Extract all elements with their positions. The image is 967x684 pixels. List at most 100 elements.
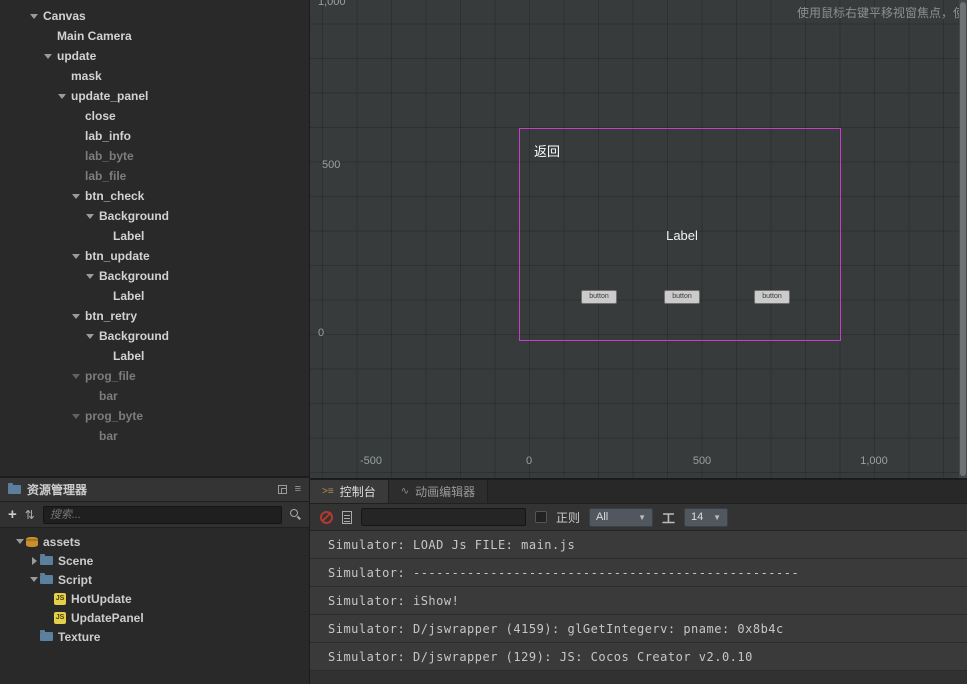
disclosure-triangle-icon[interactable]: [84, 326, 96, 346]
add-asset-button[interactable]: +: [8, 507, 17, 522]
chevron-down-icon: ▼: [638, 512, 647, 522]
search-icon[interactable]: [290, 509, 301, 520]
scrollbar-thumb[interactable]: [960, 2, 966, 476]
terminal-icon: >≡: [322, 486, 334, 497]
node-label: lab_byte: [85, 149, 134, 163]
scene-vertical-scrollbar[interactable]: [959, 0, 967, 478]
hierarchy-node-prog_file[interactable]: prog_file: [0, 366, 309, 386]
disclosure-triangle-icon[interactable]: [28, 570, 40, 590]
tab-animation-editor[interactable]: ∿ 动画编辑器: [388, 480, 489, 503]
node-label: Background: [99, 329, 170, 343]
hierarchy-node-label[interactable]: Label: [0, 226, 309, 246]
log-row[interactable]: Simulator: -----------------------------…: [310, 559, 967, 587]
right-column: 使用鼠标右键平移视窗焦点，使用 1,000 500 0 -500 0 500 1,000 返…: [310, 0, 967, 684]
asset-item-hotupdate[interactable]: JS HotUpdate: [0, 589, 309, 608]
hierarchy-node-label[interactable]: Label: [0, 346, 309, 366]
disclosure-triangle-icon[interactable]: [28, 551, 40, 571]
disclosure-triangle-icon[interactable]: [42, 46, 54, 66]
hierarchy-node-btn_check[interactable]: btn_check: [0, 186, 309, 206]
js-icon: JS: [54, 611, 66, 624]
canvas-design-rect[interactable]: 返回 Label button button button: [519, 128, 841, 341]
console-panel: >≡ 控制台 ∿ 动画编辑器 正则 All ▼ 工 14 ▼ Simulator…: [310, 480, 967, 684]
disclosure-triangle-icon[interactable]: [70, 366, 82, 386]
node-label: bar: [99, 389, 118, 403]
regex-checkbox[interactable]: [535, 511, 547, 523]
console-toolbar: 正则 All ▼ 工 14 ▼: [310, 504, 967, 531]
hierarchy-node-prog_byte[interactable]: prog_byte: [0, 406, 309, 426]
sort-icon[interactable]: ⇅: [25, 509, 35, 521]
node-label: lab_info: [85, 129, 132, 143]
app-window: Canvas Main Camera update mask update_panelc…: [0, 0, 967, 684]
log-row[interactable]: Simulator: D/jswrapper (4159): glGetInte…: [310, 615, 967, 643]
asset-label: Texture: [58, 629, 101, 644]
hierarchy-node-lab_byte[interactable]: lab_byte: [0, 146, 309, 166]
scene-button-1[interactable]: button: [581, 290, 617, 304]
log-level-dropdown[interactable]: All ▼: [589, 507, 654, 527]
scene-button-2[interactable]: button: [664, 290, 700, 304]
dock-icon[interactable]: [277, 485, 287, 494]
node-label: Main Camera: [57, 29, 132, 43]
hierarchy-node-background[interactable]: Background: [0, 326, 309, 346]
log-file-icon[interactable]: [342, 510, 352, 524]
disclosure-triangle-icon[interactable]: [70, 406, 82, 426]
log-row[interactable]: Simulator: LOAD Js FILE: main.js: [310, 531, 967, 559]
asset-item-scene[interactable]: Scene: [0, 551, 309, 570]
log-row[interactable]: Simulator: iShow!: [310, 587, 967, 615]
animation-curve-icon: ∿: [400, 486, 410, 497]
regex-label: 正则: [556, 510, 581, 525]
folder-icon: [40, 630, 53, 641]
hierarchy-node-main-camera[interactable]: Main Camera: [0, 26, 309, 46]
hierarchy-node-canvas[interactable]: Canvas: [0, 6, 309, 26]
asset-item-updatepanel[interactable]: JS UpdatePanel: [0, 608, 309, 627]
hierarchy-tree: Canvas Main Camera update mask update_panelc…: [0, 6, 309, 446]
hierarchy-node-update_panel[interactable]: update_panel: [0, 86, 309, 106]
node-label: prog_byte: [85, 409, 144, 423]
disclosure-triangle-icon[interactable]: [70, 186, 82, 206]
node-label: close: [85, 109, 116, 123]
hierarchy-node-background[interactable]: Background: [0, 206, 309, 226]
hierarchy-node-close[interactable]: close: [0, 106, 309, 126]
hierarchy-node-lab_info[interactable]: lab_info: [0, 126, 309, 146]
hierarchy-node-update[interactable]: update: [0, 46, 309, 66]
asset-item-assets[interactable]: assets: [0, 532, 309, 551]
hierarchy-node-label[interactable]: Label: [0, 286, 309, 306]
disclosure-triangle-icon[interactable]: [56, 86, 68, 106]
hierarchy-node-mask[interactable]: mask: [0, 66, 309, 86]
scene-view[interactable]: 使用鼠标右键平移视窗焦点，使用 1,000 500 0 -500 0 500 1,000 返…: [310, 0, 967, 480]
hierarchy-node-btn_update[interactable]: btn_update: [0, 246, 309, 266]
assets-toolbar: + ⇅: [0, 502, 309, 528]
node-label: Label: [113, 349, 145, 363]
disclosure-triangle-icon[interactable]: [70, 246, 82, 266]
tab-console[interactable]: >≡ 控制台: [310, 480, 389, 503]
asset-label: UpdatePanel: [71, 610, 144, 625]
v-ruler-label: 1,000: [318, 0, 346, 8]
hierarchy-node-lab_file[interactable]: lab_file: [0, 166, 309, 186]
node-label: Label: [113, 229, 145, 243]
asset-item-script[interactable]: Script: [0, 570, 309, 589]
disclosure-triangle-icon[interactable]: [84, 266, 96, 286]
disclosure-triangle-icon[interactable]: [70, 306, 82, 326]
hierarchy-node-bar[interactable]: bar: [0, 426, 309, 446]
left-column: Canvas Main Camera update mask update_panelc…: [0, 0, 310, 684]
chevron-down-icon: ▼: [713, 512, 722, 522]
assets-panel-title: 资源管理器: [27, 483, 88, 497]
hierarchy-node-bar[interactable]: bar: [0, 386, 309, 406]
font-size-dropdown[interactable]: 14 ▼: [684, 507, 729, 527]
scene-button-3[interactable]: button: [754, 290, 790, 304]
disclosure-triangle-icon[interactable]: [14, 532, 26, 552]
asset-item-texture[interactable]: Texture: [0, 627, 309, 646]
node-label: update_panel: [71, 89, 149, 103]
disclosure-triangle-icon[interactable]: [28, 6, 40, 26]
console-filter-input[interactable]: [361, 508, 526, 526]
clear-console-icon[interactable]: [320, 510, 333, 524]
hierarchy-node-background[interactable]: Background: [0, 266, 309, 286]
panel-menu-icon[interactable]: ≡: [295, 484, 301, 495]
assets-search-input[interactable]: [42, 505, 282, 524]
disclosure-triangle-icon[interactable]: [84, 206, 96, 226]
h-ruler-label: 500: [692, 455, 712, 467]
log-row[interactable]: Simulator: D/jswrapper (129): JS: Cocos …: [310, 643, 967, 671]
hierarchy-node-btn_retry[interactable]: btn_retry: [0, 306, 309, 326]
